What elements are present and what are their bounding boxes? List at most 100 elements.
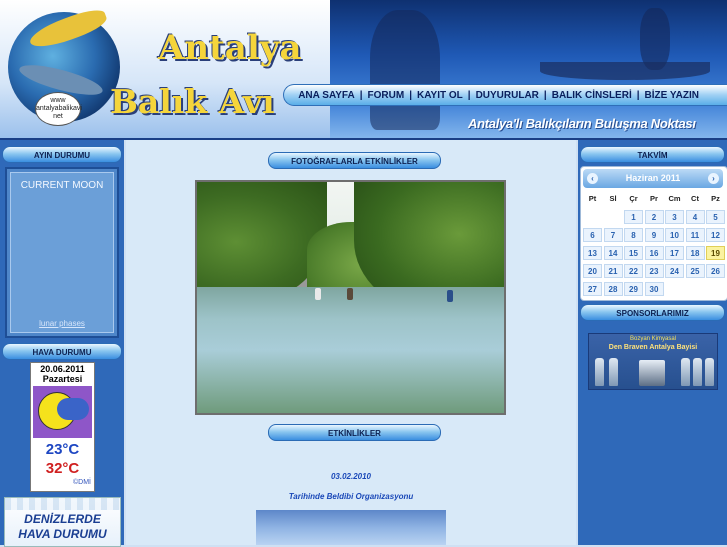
calendar-day[interactable]: 19 xyxy=(706,246,725,260)
partly-cloudy-icon xyxy=(33,386,92,438)
angler-silhouette xyxy=(370,10,440,130)
photo-river xyxy=(197,287,504,413)
sea-banner-line1: DENİZLERDE xyxy=(24,512,101,526)
calendar-day[interactable]: 28 xyxy=(603,282,623,296)
site-title-line1[interactable]: Antalya xyxy=(158,28,302,68)
nav-contact[interactable]: BİZE YAZIN xyxy=(645,90,699,101)
moon-widget: CURRENT MOON lunar phases xyxy=(5,167,119,338)
event-photo[interactable] xyxy=(195,180,506,415)
nav-separator: | xyxy=(543,89,547,101)
calendar-day[interactable]: 30 xyxy=(644,282,664,296)
calendar-day[interactable]: 2 xyxy=(644,210,664,224)
calendar-day[interactable]: 25 xyxy=(685,264,705,278)
calendar-day[interactable]: 17 xyxy=(665,246,684,260)
weather-temp-high: 32°C xyxy=(45,460,80,477)
sponsor-line2: Den Braven Antalya Bayisi xyxy=(608,344,698,351)
nav-fish-species[interactable]: BALIK CİNSLERİ xyxy=(552,90,632,101)
site-header: www antalyabalikavi net Antalya Balık Av… xyxy=(0,0,727,140)
photo-angler xyxy=(315,288,321,300)
calendar-day[interactable]: 10 xyxy=(665,228,684,242)
calendar-weekday: Cm xyxy=(668,194,681,203)
boat-silhouette xyxy=(540,62,710,80)
site-title-line2[interactable]: Balık Avı xyxy=(110,82,275,121)
calendar-weekday: Pr xyxy=(650,194,658,203)
calendar-day[interactable]: 20 xyxy=(583,264,602,278)
moon-widget-title: CURRENT MOON xyxy=(20,180,104,191)
main-nav: ANA SAYFA | FORUM | KAYIT OL | DUYURULAR… xyxy=(283,84,727,106)
product-bottle-icon xyxy=(705,358,714,386)
calendar-day[interactable]: 15 xyxy=(624,246,643,260)
calendar-day[interactable]: 3 xyxy=(665,210,684,224)
weather-day: Pazartesi xyxy=(42,374,83,384)
calendar-widget: ‹ Haziran 2011 › Pt Sl Çr Pr Cm Ct Pz 1 2 3 4 5 6 7 8 9… xyxy=(580,166,727,301)
calendar-day[interactable]: 23 xyxy=(644,264,664,278)
photos-title: FOTOĞRAFLARLA ETKİNLİKLER xyxy=(268,152,441,169)
weather-date: 20.06.2011 xyxy=(40,364,85,374)
product-bottle-icon xyxy=(693,358,702,386)
sponsor-banner[interactable]: Bozyan Kimyasal Den Braven Antalya Bayis… xyxy=(588,333,718,390)
calendar-day[interactable]: 14 xyxy=(603,246,623,260)
product-bottle-icon xyxy=(609,358,618,386)
event-date: 03.02.2010 xyxy=(330,472,372,481)
calendar-month: Haziran 2011 xyxy=(625,173,681,183)
calendar-day[interactable]: 11 xyxy=(685,228,705,242)
sea-banner-line2: HAVA DURUMU xyxy=(18,527,107,541)
photo-angler xyxy=(447,290,453,302)
nav-separator: | xyxy=(636,89,640,101)
calendar-header: ‹ Haziran 2011 › xyxy=(583,169,723,188)
calendar-day[interactable]: 24 xyxy=(665,264,684,278)
calendar-day[interactable]: 27 xyxy=(583,282,602,296)
weather-temp-low: 23°C xyxy=(45,441,80,458)
calendar-weekday: Ct xyxy=(691,194,699,203)
product-bottle-icon xyxy=(595,358,604,386)
product-bottle-icon xyxy=(681,358,690,386)
calendar-day[interactable]: 5 xyxy=(706,210,725,224)
nav-separator: | xyxy=(409,89,412,101)
chevron-right-icon[interactable]: › xyxy=(708,173,719,184)
lunar-phases-link[interactable]: lunar phases xyxy=(11,319,113,328)
sponsors-title: SPONSORLARIMIZ xyxy=(580,304,725,321)
calendar-day[interactable]: 7 xyxy=(603,228,623,242)
nav-register[interactable]: KAYIT OL xyxy=(417,90,463,101)
cloud-icon xyxy=(57,398,89,420)
event-thumbnail[interactable] xyxy=(256,510,446,545)
moon-widget-inner: CURRENT MOON lunar phases xyxy=(10,172,114,333)
calendar-day[interactable]: 21 xyxy=(603,264,623,278)
nav-announcements[interactable]: DUYURULAR xyxy=(476,90,539,101)
events-title: ETKİNLİKLER xyxy=(268,424,441,441)
calendar-weekday: Pz xyxy=(711,194,720,203)
photo-angler xyxy=(347,288,353,300)
calendar-day[interactable]: 1 xyxy=(624,210,643,224)
product-can-icon xyxy=(639,360,665,386)
calendar-weekday: Sl xyxy=(609,194,617,203)
wave-decoration xyxy=(5,498,120,510)
sea-weather-banner[interactable]: DENİZLERDE HAVA DURUMU xyxy=(4,497,121,547)
calendar-day[interactable]: 9 xyxy=(644,228,664,242)
nav-forum[interactable]: FORUM xyxy=(368,90,405,101)
weather-credit: ©DMİ xyxy=(73,479,91,486)
nav-home[interactable]: ANA SAYFA xyxy=(298,90,355,101)
calendar-weekday: Çr xyxy=(629,194,638,203)
calendar-day[interactable]: 12 xyxy=(706,228,725,242)
calendar-day[interactable]: 6 xyxy=(583,228,602,242)
event-link[interactable]: Tarihinde Beldibi Organizasyonu xyxy=(126,492,576,501)
nav-separator: | xyxy=(359,89,363,101)
site-badge[interactable]: www antalyabalikavi net xyxy=(35,92,82,126)
moon-panel-title: AYIN DURUMU xyxy=(2,146,122,163)
calendar-day[interactable]: 22 xyxy=(624,264,643,278)
calendar-weekday: Pt xyxy=(588,194,597,203)
calendar-day[interactable]: 29 xyxy=(624,282,643,296)
nav-separator: | xyxy=(467,89,471,101)
weather-panel-title: HAVA DURUMU xyxy=(2,343,122,360)
calendar-panel-title: TAKVİM xyxy=(580,146,725,163)
calendar-day[interactable]: 26 xyxy=(706,264,725,278)
site-tagline: Antalya'lı Balıkçıların Buluşma Noktası xyxy=(468,116,696,131)
calendar-day[interactable]: 18 xyxy=(685,246,705,260)
sponsor-line1: Bozyan Kimyasal xyxy=(629,336,677,342)
calendar-day[interactable]: 13 xyxy=(583,246,602,260)
weather-widget[interactable]: 20.06.2011 Pazartesi 23°C 32°C ©DMİ xyxy=(30,362,95,492)
calendar-day[interactable]: 8 xyxy=(624,228,643,242)
calendar-day[interactable]: 4 xyxy=(685,210,705,224)
calendar-day[interactable]: 16 xyxy=(644,246,664,260)
angler-silhouette-far xyxy=(640,8,670,70)
